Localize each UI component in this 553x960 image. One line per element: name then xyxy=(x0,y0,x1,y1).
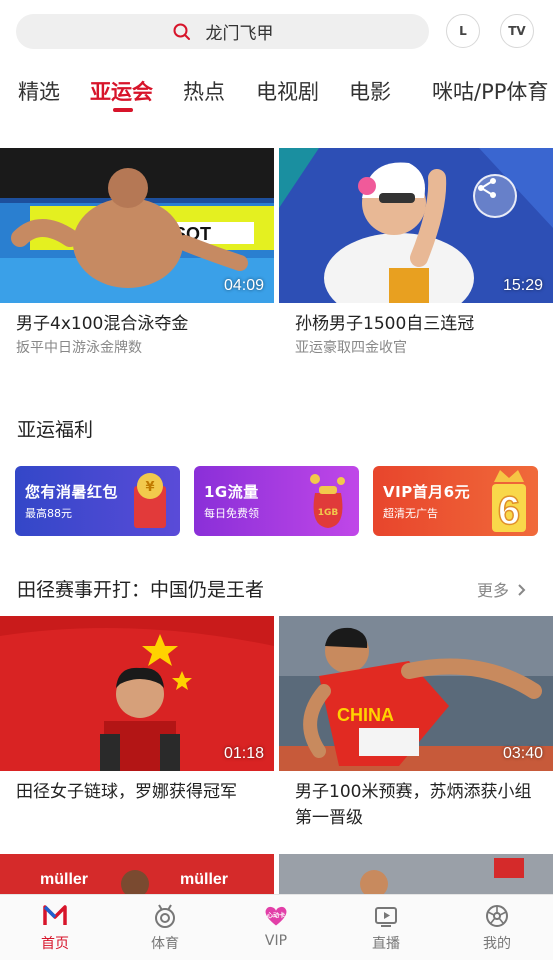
banner-subtitle: 最高88元 xyxy=(25,507,72,520)
video-title[interactable]: 孙杨男子1500自三连冠 xyxy=(279,303,553,337)
medal-icon xyxy=(155,904,175,928)
banner-subtitle: 每日免费领 xyxy=(204,507,259,520)
banner-title: 1G流量 xyxy=(204,483,259,501)
banner-title: VIP首月6元 xyxy=(383,483,471,501)
banner-title: 您有消暑红包 xyxy=(25,483,119,501)
live-icon xyxy=(375,907,397,927)
track-section-title: 田径赛事开打：中国仍是王者 xyxy=(17,579,265,601)
search-bar[interactable]: 龙门飞甲 xyxy=(16,14,429,49)
vip-icon: 心动卡 xyxy=(265,906,287,926)
sponsor-text: müller xyxy=(40,871,88,888)
search-icon xyxy=(173,23,190,40)
nav-profile[interactable]: 我的 xyxy=(467,903,527,953)
profile-icon xyxy=(486,905,508,927)
data-badge-text: 1GB xyxy=(318,508,339,518)
video-card[interactable]: 01:18 田径女子链球，罗娜获得冠军 xyxy=(0,616,274,805)
channel-tabs: 精选 亚运会 热点 电视剧 电影 咪咕/PP体育 xyxy=(0,70,553,118)
search-query: 龙门飞甲 xyxy=(205,24,274,44)
tab-featured[interactable]: 精选 xyxy=(18,76,60,106)
video-title[interactable]: 男子4x100混合泳夺金 xyxy=(0,303,274,337)
chevron-right-icon xyxy=(518,584,526,596)
data-traffic-banner[interactable]: 1G流量 每日免费领 1GB xyxy=(194,466,359,536)
top-bar: 龙门飞甲 L TV xyxy=(0,0,553,62)
svg-text:¥: ¥ xyxy=(145,480,154,495)
video-title[interactable]: 田径女子链球，罗娜获得冠军 xyxy=(0,771,274,805)
crown-icon: 6 xyxy=(492,470,526,534)
tab-hot[interactable]: 热点 xyxy=(183,76,225,106)
tab-migu-pp-sports[interactable]: 咪咕/PP体育 xyxy=(432,76,548,106)
tab-asian-games[interactable]: 亚运会 xyxy=(90,76,153,106)
video-duration: 04:09 xyxy=(223,277,264,294)
more-link[interactable]: 更多 xyxy=(477,577,527,601)
nav-live[interactable]: 直播 xyxy=(356,903,416,953)
video-thumbnail[interactable]: CHINA 03:40 xyxy=(279,616,553,771)
vip-banner[interactable]: VIP首月6元 超清无广告 6 xyxy=(373,466,538,536)
tv-cast-button[interactable]: TV xyxy=(500,14,534,48)
video-card[interactable]: TISSOT 04:09 男子4x100混合泳夺金 扳平中日游泳金牌数 xyxy=(0,148,274,359)
share-icon xyxy=(478,178,496,198)
nav-label: VIP xyxy=(264,933,288,949)
video-thumbnail-partial[interactable]: müller müller xyxy=(0,854,274,894)
nav-label: 我的 xyxy=(483,936,511,952)
china-jersey-text: CHINA xyxy=(337,705,394,725)
red-packet-banner[interactable]: 您有消暑红包 最高88元 ¥ xyxy=(15,466,180,536)
banner-subtitle: 超清无广告 xyxy=(383,507,438,520)
sponsor-text: müller xyxy=(180,871,228,888)
video-duration: 01:18 xyxy=(223,745,264,762)
tab-tv-series[interactable]: 电视剧 xyxy=(256,76,319,106)
video-thumbnail[interactable]: 01:18 xyxy=(0,616,274,771)
video-duration: 03:40 xyxy=(502,745,543,762)
vip-badge-text: 6 xyxy=(498,489,520,533)
video-duration: 15:29 xyxy=(502,277,543,294)
video-title[interactable]: 男子100米预赛，苏炳添获小组第一晋级 xyxy=(279,771,553,831)
video-card[interactable]: CHINA 03:40 男子100米预赛，苏炳添获小组第一晋级 xyxy=(279,616,553,831)
video-subtitle: 扳平中日游泳金牌数 xyxy=(16,340,142,356)
tab-movies[interactable]: 电影 xyxy=(349,76,391,106)
nav-label: 直播 xyxy=(372,936,400,952)
video-subtitle: 亚运豪取四金收官 xyxy=(295,340,407,356)
home-icon xyxy=(43,905,67,925)
money-bag-icon: 1GB xyxy=(310,474,345,528)
welfare-section-title: 亚运福利 xyxy=(17,419,94,441)
active-tab-indicator xyxy=(113,108,133,112)
red-packet-icon: ¥ xyxy=(134,473,166,528)
history-button[interactable]: L xyxy=(446,14,480,48)
video-thumbnail[interactable]: 15:29 xyxy=(279,148,553,303)
more-label: 更多 xyxy=(477,581,510,600)
share-button[interactable] xyxy=(473,174,517,218)
video-thumbnail-partial[interactable] xyxy=(279,854,553,894)
nav-sports[interactable]: 体育 xyxy=(135,903,195,953)
nav-vip[interactable]: 心动卡 VIP xyxy=(246,903,306,949)
nav-home[interactable]: 首页 xyxy=(25,903,85,953)
nav-label: 首页 xyxy=(41,936,69,952)
nav-label: 体育 xyxy=(151,936,179,952)
bottom-navigation: 首页 体育 心动卡 VIP 直播 我的 xyxy=(0,894,553,960)
vip-badge: 心动卡 xyxy=(267,912,285,920)
video-card[interactable]: 15:29 孙杨男子1500自三连冠 亚运豪取四金收官 xyxy=(279,148,553,359)
video-thumbnail[interactable]: TISSOT 04:09 xyxy=(0,148,274,303)
